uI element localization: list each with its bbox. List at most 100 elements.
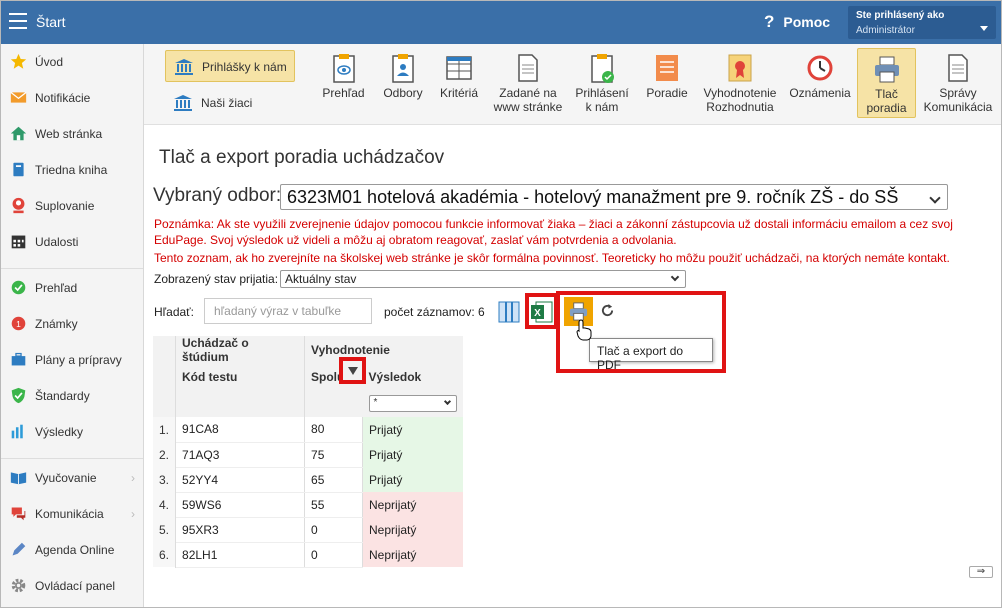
- row-score: 0: [304, 517, 364, 543]
- tool-prihlaseni[interactable]: Prihlásení k nám: [574, 48, 630, 118]
- printer-icon: [874, 56, 899, 83]
- sidebar-item-prehlad[interactable]: Prehľad: [1, 270, 143, 306]
- help-button[interactable]: ? Pomoc: [764, 12, 830, 32]
- sidebar-item-label: Úvod: [35, 55, 64, 69]
- tool-poradie[interactable]: Poradie: [642, 48, 692, 118]
- chevron-down-icon: [929, 192, 941, 204]
- sidebar-item-notifikacie[interactable]: Notifikácie: [1, 80, 143, 116]
- collapse-button[interactable]: ⇒: [969, 566, 993, 578]
- filter-cell: [175, 389, 306, 417]
- tool-odbory[interactable]: Odbory: [375, 48, 431, 118]
- search-input[interactable]: [204, 298, 372, 324]
- header-result[interactable]: Výsledok: [362, 364, 463, 389]
- sidebar-item-agenda[interactable]: Agenda Online: [1, 532, 143, 568]
- row-result: Neprijatý: [362, 492, 463, 517]
- sidebar-item-udalosti[interactable]: Udalosti: [1, 224, 143, 260]
- sidebar-item-vysledky[interactable]: Výsledky: [1, 414, 143, 450]
- certificate-icon: [728, 54, 752, 82]
- table-row[interactable]: 1. 91CA8 80 Prijatý: [153, 417, 463, 443]
- book-open-icon: [10, 472, 27, 485]
- sort-desc-icon: [348, 367, 358, 375]
- sidebar-item-uvod[interactable]: Úvod: [1, 44, 143, 80]
- sidebar-item-plany[interactable]: Plány a prípravy: [1, 342, 143, 378]
- row-score: 0: [304, 542, 364, 568]
- pen-icon: [12, 542, 26, 556]
- tool-label: Poradie: [646, 86, 688, 100]
- top-bar: Štart ? Pomoc Ste prihlásený ako Administ…: [1, 1, 1001, 44]
- tool-spravy[interactable]: Správy Komunikácia: [920, 48, 996, 118]
- tool-oznamenia[interactable]: Oznámenia: [786, 48, 854, 118]
- tool-label: Odbory: [383, 86, 423, 100]
- tool-prehlad[interactable]: Prehľad: [317, 48, 370, 118]
- row-number: 1.: [153, 417, 177, 442]
- tool-kriteria[interactable]: Kritériá: [435, 48, 483, 118]
- filter-cell: [153, 389, 177, 417]
- user-menu[interactable]: Ste prihlásený ako Administrátor: [848, 6, 996, 39]
- sidebar-divider: [1, 268, 143, 269]
- table-row[interactable]: 4. 59WS6 55 Neprijatý: [153, 492, 463, 518]
- row-code: 95XR3: [175, 517, 306, 543]
- user-line1: Ste prihlásený ako: [856, 10, 945, 21]
- table-row[interactable]: 3. 52YY4 65 Prijatý: [153, 467, 463, 493]
- chevron-right-icon: ›: [131, 471, 135, 485]
- svg-text:1: 1: [16, 319, 21, 329]
- row-result: Neprijatý: [362, 517, 463, 542]
- menu-icon[interactable]: [9, 13, 27, 29]
- sidebar-item-label: Štandardy: [35, 389, 90, 403]
- star-icon: [10, 53, 27, 69]
- calendar-icon: [11, 235, 26, 249]
- tool-label: Správy Komunikácia: [923, 86, 993, 114]
- nasi-ziaci-button[interactable]: Naši žiaci: [165, 87, 295, 117]
- user-line2: Administrátor: [856, 25, 915, 36]
- row-number: 3.: [153, 467, 177, 492]
- tool-vyhodnotenie[interactable]: Vyhodnotenie Rozhodnutia: [700, 48, 780, 118]
- note-line: EduPage. Svoj výsledok už videli a môžu …: [154, 233, 677, 247]
- columns-icon[interactable]: [497, 299, 521, 325]
- row-code: 71AQ3: [175, 442, 306, 468]
- highlight-box: [525, 293, 558, 329]
- sort-button[interactable]: [339, 357, 366, 384]
- header-code[interactable]: Kód testu: [175, 364, 306, 389]
- document-icon: [518, 54, 538, 82]
- table-row[interactable]: 6. 82LH1 0 Neprijatý: [153, 542, 463, 568]
- sidebar-item-komunikacia[interactable]: Komunikácia ›: [1, 496, 143, 532]
- sidebar-item-suplovanie[interactable]: Suplovanie: [1, 188, 143, 224]
- stav-select[interactable]: Aktuálny stav: [280, 270, 686, 288]
- tool-label: Prihlásení k nám: [575, 86, 629, 114]
- row-number: 6.: [153, 542, 177, 567]
- tool-zadane[interactable]: Zadané na www stránke: [491, 48, 565, 118]
- row-result: Prijatý: [362, 442, 463, 467]
- header-num: [153, 336, 177, 364]
- tool-tlac-poradia[interactable]: Tlač poradia: [857, 48, 916, 118]
- search-label: Hľadať:: [154, 305, 195, 319]
- sidebar-item-ovladaci-panel[interactable]: Ovládací panel: [1, 568, 143, 604]
- row-code: 91CA8: [175, 417, 306, 443]
- sidebar-item-label: Známky: [35, 317, 78, 331]
- header-evaluation: Vyhodnotenie: [304, 336, 463, 364]
- app-title[interactable]: Štart: [36, 14, 66, 30]
- sidebar-item-web[interactable]: Web stránka: [1, 116, 143, 152]
- note-formal: Tento zoznam, ak ho zverejníte na školsk…: [154, 251, 950, 265]
- sidebar-item-triedna-kniha[interactable]: Triedna kniha: [1, 152, 143, 188]
- tool-label: Tlač poradia: [866, 87, 907, 115]
- row-number: 2.: [153, 442, 177, 467]
- sidebar-item-label: Prehľad: [35, 281, 78, 295]
- check-circle-icon: [11, 280, 26, 295]
- filter-cell: *: [362, 389, 463, 417]
- sidebar-item-label: Web stránka: [35, 127, 103, 141]
- chevron-down-icon: [980, 26, 988, 31]
- odbor-select[interactable]: 6323M01 hotelová akadémia - hotelový man…: [280, 184, 948, 210]
- sidebar-item-znamky[interactable]: 1 Známky: [1, 306, 143, 342]
- sidebar-item-label: Agenda Online: [35, 543, 115, 557]
- sidebar-item-vyucovanie[interactable]: Vyučovanie ›: [1, 460, 143, 496]
- sidebar-item-label: Komunikácia: [35, 507, 104, 521]
- prihlasky-button[interactable]: Prihlášky k nám: [165, 50, 295, 82]
- result-filter-select[interactable]: *: [368, 394, 457, 412]
- briefcase-icon: [11, 352, 26, 366]
- table-row[interactable]: 5. 95XR3 0 Neprijatý: [153, 517, 463, 543]
- odbor-value: 6323M01 hotelová akadémia - hotelový man…: [287, 187, 899, 207]
- sidebar-item-standardy[interactable]: Štandardy: [1, 378, 143, 414]
- table-row[interactable]: 2. 71AQ3 75 Prijatý: [153, 442, 463, 468]
- sidebar-item-label: Ovládací panel: [35, 579, 116, 593]
- clock-icon: [807, 55, 833, 81]
